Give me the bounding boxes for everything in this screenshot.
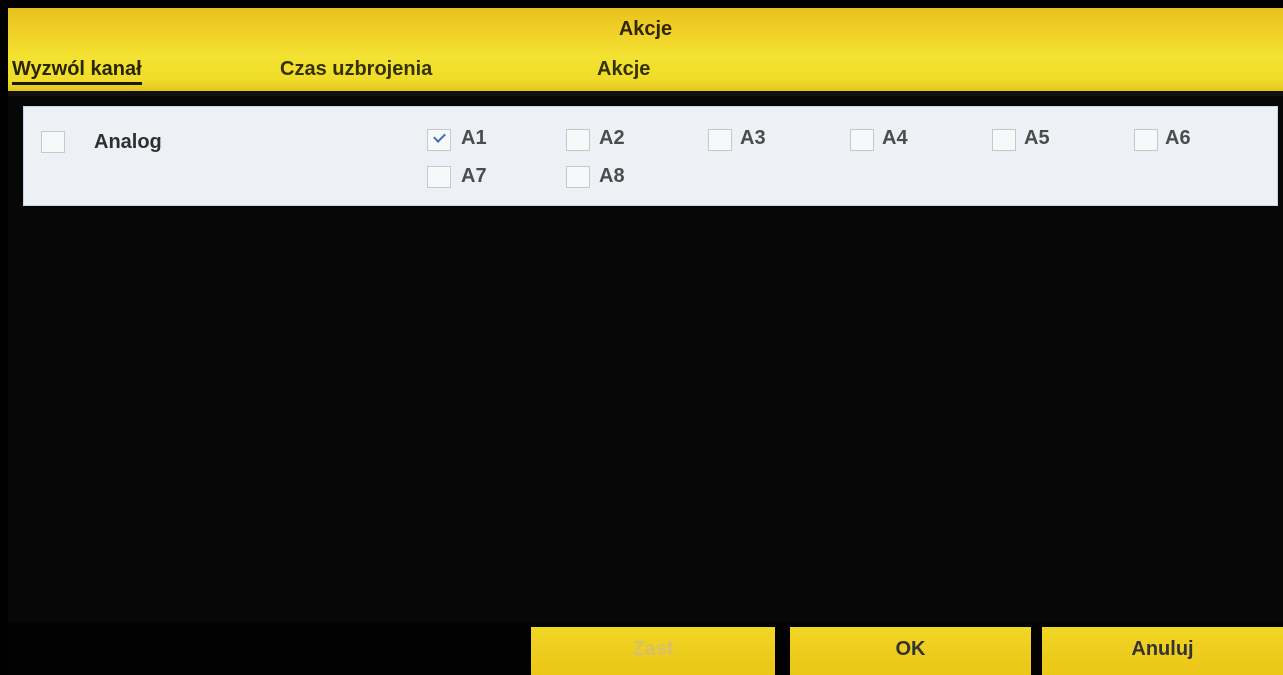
channel-a8-checkbox[interactable] (566, 166, 590, 188)
channel-a5-checkbox[interactable] (992, 129, 1016, 151)
channel-a7-checkbox[interactable] (427, 166, 451, 188)
cancel-button[interactable]: Anuluj (1042, 627, 1283, 675)
channel-a4-label: A4 (882, 127, 908, 149)
apply-button[interactable]: Zast (531, 627, 775, 675)
analog-group-label: Analog (94, 131, 162, 153)
ok-button[interactable]: OK (790, 627, 1031, 675)
tab-bar: Wyzwól kanał Czas uzbrojenia Akcje (8, 52, 1283, 96)
channel-a5-label: A5 (1024, 127, 1050, 149)
channel-a6-label: A6 (1165, 127, 1191, 149)
channel-a2-checkbox[interactable] (566, 129, 590, 151)
channel-a1-checkbox[interactable] (427, 129, 451, 151)
channel-a3-checkbox[interactable] (708, 129, 732, 151)
tab-arming-schedule[interactable]: Czas uzbrojenia (280, 58, 432, 81)
channel-a4-checkbox[interactable] (850, 129, 874, 151)
channel-a2-label: A2 (599, 127, 625, 149)
title-bar: Akcje (8, 8, 1283, 52)
channel-a1-label: A1 (461, 127, 487, 149)
channel-a7-label: A7 (461, 165, 487, 187)
channel-selection-panel: Analog A1 A2 A3 A4 A5 A6 A7 A8 (23, 106, 1278, 206)
analog-group-checkbox[interactable] (41, 131, 65, 153)
channel-a3-label: A3 (740, 127, 766, 149)
window-title: Akcje (618, 18, 673, 40)
tab-actions[interactable]: Akcje (597, 58, 650, 81)
channel-a8-label: A8 (599, 165, 625, 187)
dvr-settings-screen: Akcje Wyzwól kanał Czas uzbrojenia Akcje… (8, 8, 1283, 675)
channel-a6-checkbox[interactable] (1134, 129, 1158, 151)
tab-trigger-channel[interactable]: Wyzwól kanał (12, 58, 142, 85)
